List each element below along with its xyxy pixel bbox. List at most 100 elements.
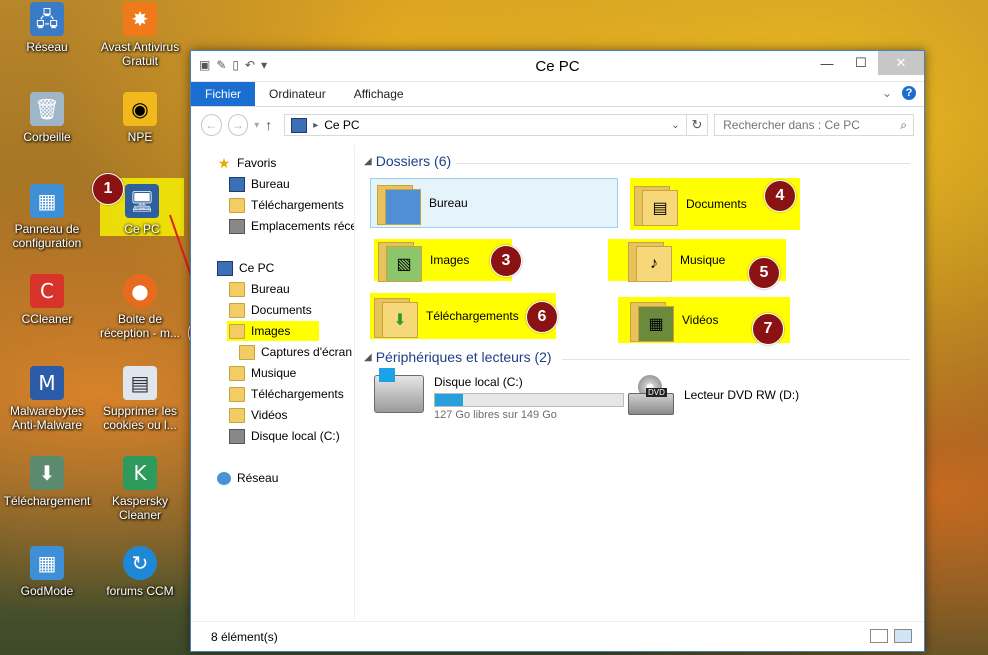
nav-label: Images xyxy=(251,324,291,338)
folder-icon xyxy=(229,365,245,381)
ccleaner-icon: C xyxy=(30,274,64,308)
status-bar: 8 élément(s) xyxy=(191,621,924,651)
address-dropdown-icon[interactable]: ⌄ xyxy=(671,120,679,131)
folder-label: Images xyxy=(430,253,470,267)
nav-label: Bureau xyxy=(251,177,290,191)
desktop-icon-malwarebytes[interactable]: M Malwarebytes Anti-Malware xyxy=(0,366,94,432)
tab-fichier[interactable]: Fichier xyxy=(191,82,256,106)
desktop-icon-avast[interactable]: ✸ Avast Antivirus Gratuit xyxy=(93,2,187,68)
title-bar: ▣ ✎ ▯ ↶ ▾ Ce PC — ☐ ✕ xyxy=(191,51,924,82)
desktop-icon-supprimer[interactable]: ▤ Supprimer les cookies ou l... xyxy=(93,366,187,432)
nav-pc-telechargements[interactable]: Téléchargements xyxy=(229,384,344,404)
nav-ce-pc[interactable]: Ce PC xyxy=(217,258,274,278)
ccm-icon: ↻ xyxy=(123,546,157,580)
desktop-icon-telechargement[interactable]: ⬇ Téléchargement xyxy=(0,456,94,508)
nav-pc-bureau[interactable]: Bureau xyxy=(229,279,290,299)
annotation-badge-6: 6 xyxy=(526,301,558,333)
desktop-icon-panneau[interactable]: ▦ Panneau de configuration xyxy=(0,184,94,250)
drive-label: Disque local (C:) xyxy=(434,375,523,389)
nav-pc-disque[interactable]: Disque local (C:) xyxy=(229,426,340,446)
folder-bureau[interactable]: Bureau xyxy=(370,178,618,228)
nav-pc-musique[interactable]: Musique xyxy=(229,363,296,383)
nav-fav-bureau[interactable]: Bureau xyxy=(229,174,290,194)
desktop-icon-corbeille[interactable]: 🗑 Corbeille xyxy=(0,92,94,144)
forward-button[interactable]: → xyxy=(227,114,249,136)
computer-icon: 🖥 xyxy=(125,184,159,218)
drive-c[interactable]: Disque local (C:) 127 Go libres sur 149 … xyxy=(374,368,624,421)
recent-locations-icon[interactable]: ▾ xyxy=(254,120,259,131)
drive-dvd[interactable]: DVD Lecteur DVD RW (D:) xyxy=(628,375,799,415)
malwarebytes-icon: M xyxy=(30,366,64,400)
tab-affichage[interactable]: Affichage xyxy=(340,82,418,106)
nav-label: Captures d'écran xyxy=(261,345,353,359)
search-input[interactable] xyxy=(721,117,901,133)
nav-reseau[interactable]: Réseau xyxy=(217,468,278,488)
navigation-pane: ★ Favoris Bureau Téléchargements Emplace… xyxy=(191,145,355,619)
desktop-icon-reseau[interactable]: 🖧 Réseau xyxy=(0,2,94,54)
desktop-icon-forums[interactable]: ↻ forums CCM xyxy=(93,546,187,598)
address-field[interactable]: ▸ Ce PC ⌄ xyxy=(284,114,687,136)
computer-icon xyxy=(291,117,308,133)
hard-drive-icon xyxy=(374,368,424,413)
details-view-icon[interactable] xyxy=(870,629,888,643)
maximize-button[interactable]: ☐ xyxy=(844,51,878,75)
kaspersky-icon: K xyxy=(123,456,157,490)
search-icon: ⌕ xyxy=(900,117,908,132)
desktop-icon-label: Panneau de configuration xyxy=(12,222,82,250)
explorer-window: ▣ ✎ ▯ ↶ ▾ Ce PC — ☐ ✕ Fichier Ordinateur… xyxy=(190,50,925,652)
folder-label: Bureau xyxy=(429,196,468,210)
desktop-icon-label: Ce PC xyxy=(124,222,160,236)
nav-favoris[interactable]: ★ Favoris xyxy=(217,153,277,173)
nav-pc-videos[interactable]: Vidéos xyxy=(229,405,287,425)
cookie-tool-icon: ▤ xyxy=(123,366,157,400)
annotation-badge-5: 5 xyxy=(748,257,780,289)
nav-pc-images[interactable]: Images xyxy=(227,321,319,341)
address-path: Ce PC xyxy=(324,118,360,132)
ribbon: Fichier Ordinateur Affichage ⌄ ? xyxy=(191,82,924,107)
section-divider xyxy=(562,359,910,360)
downloads-folder-icon xyxy=(229,197,245,213)
desktop-icon-npe[interactable]: ◉ NPE xyxy=(93,92,187,144)
nav-label: Réseau xyxy=(237,471,279,485)
section-folders[interactable]: ◢ Dossiers (6) xyxy=(364,153,451,169)
desktop-icon-label: GodMode xyxy=(20,584,74,598)
drive-label: Lecteur DVD RW (D:) xyxy=(684,388,800,402)
desktop-icon-kaspersky[interactable]: K Kaspersky Cleaner xyxy=(93,456,187,522)
expand-ribbon-icon[interactable]: ⌄ xyxy=(882,86,892,100)
drive-usage-bar xyxy=(434,393,624,407)
desktop-icon-godmode[interactable]: ▦ GodMode xyxy=(0,546,94,598)
collapse-icon: ◢ xyxy=(364,155,372,167)
folder-icon xyxy=(229,281,245,297)
section-divider xyxy=(456,163,910,164)
section-devices[interactable]: ◢ Périphériques et lecteurs (2) xyxy=(364,349,552,365)
tab-ordinateur[interactable]: Ordinateur xyxy=(255,82,340,106)
firefox-icon: ● xyxy=(123,274,157,308)
up-button[interactable]: ↑ xyxy=(265,117,272,133)
star-icon: ★ xyxy=(217,154,231,171)
nav-fav-emplacements[interactable]: Emplacements réce xyxy=(229,216,354,236)
godmode-icon: ▦ xyxy=(30,546,64,580)
nav-label: Disque local (C:) xyxy=(251,429,340,443)
folder-icon xyxy=(229,407,245,423)
nav-label: Téléchargements xyxy=(251,198,344,212)
desktop-icon-label: Téléchargement xyxy=(3,494,91,508)
dvd-drive-icon: DVD xyxy=(628,375,674,415)
desktop-icon-boite[interactable]: ● Boite de réception - m... xyxy=(93,274,187,340)
nav-pc-documents[interactable]: Documents xyxy=(229,300,312,320)
nav-pc-captures[interactable]: Captures d'écran xyxy=(239,342,352,362)
folder-label: Téléchargements xyxy=(426,309,519,323)
large-icons-view-icon[interactable] xyxy=(894,629,912,643)
desktop-icon-ccleaner[interactable]: C CCleaner xyxy=(0,274,94,326)
search-box[interactable]: ⌕ xyxy=(714,114,915,136)
back-button[interactable]: ← xyxy=(201,114,222,136)
annotation-badge-3: 3 xyxy=(490,245,522,277)
nav-fav-telechargements[interactable]: Téléchargements xyxy=(229,195,344,215)
nav-label: Téléchargements xyxy=(251,387,344,401)
minimize-button[interactable]: — xyxy=(810,51,844,75)
help-icon[interactable]: ? xyxy=(902,86,916,100)
network-icon: 🖧 xyxy=(30,2,64,36)
refresh-button[interactable]: ↻ xyxy=(685,114,709,136)
desktop-icon xyxy=(229,176,245,192)
close-button[interactable]: ✕ xyxy=(878,51,924,75)
folder-icon xyxy=(377,183,421,225)
